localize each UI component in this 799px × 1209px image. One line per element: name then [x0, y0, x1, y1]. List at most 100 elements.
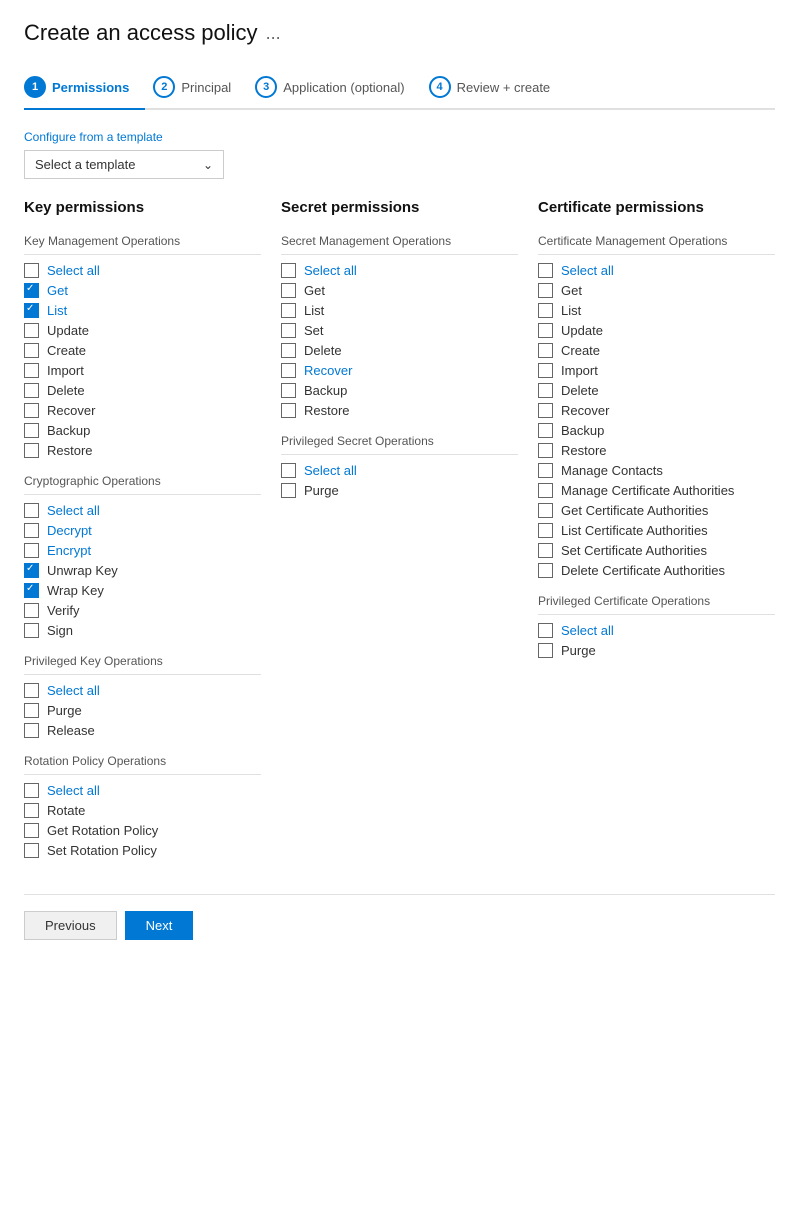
km-restore-label[interactable]: Restore [47, 443, 93, 458]
cm-update-label[interactable]: Update [561, 323, 603, 338]
km-delete-label[interactable]: Delete [47, 383, 85, 398]
pk-purge-checkbox[interactable] [24, 703, 39, 718]
cm-selectall-checkbox[interactable] [538, 263, 553, 278]
step-application[interactable]: 3 Application (optional) [255, 66, 420, 108]
co-wrapkey-label[interactable]: Wrap Key [47, 583, 104, 598]
pc-selectall-label[interactable]: Select all [561, 623, 614, 638]
previous-button[interactable]: Previous [24, 911, 117, 940]
km-list-label[interactable]: List [47, 303, 67, 318]
km-backup-label[interactable]: Backup [47, 423, 90, 438]
rp-selectall-checkbox[interactable] [24, 783, 39, 798]
km-import-label[interactable]: Import [47, 363, 84, 378]
sm-selectall-label[interactable]: Select all [304, 263, 357, 278]
sm-backup-checkbox[interactable] [281, 383, 296, 398]
co-sign-checkbox[interactable] [24, 623, 39, 638]
sm-restore-checkbox[interactable] [281, 403, 296, 418]
sm-delete-label[interactable]: Delete [304, 343, 342, 358]
cm-backup-checkbox[interactable] [538, 423, 553, 438]
km-get-checkbox[interactable] [24, 283, 39, 298]
rp-rotate-label[interactable]: Rotate [47, 803, 85, 818]
km-create-checkbox[interactable] [24, 343, 39, 358]
km-selectall-checkbox[interactable] [24, 263, 39, 278]
cm-setca-label[interactable]: Set Certificate Authorities [561, 543, 707, 558]
rp-setpolicy-label[interactable]: Set Rotation Policy [47, 843, 157, 858]
km-create-label[interactable]: Create [47, 343, 86, 358]
sm-list-label[interactable]: List [304, 303, 324, 318]
cm-listca-checkbox[interactable] [538, 523, 553, 538]
cm-selectall-label[interactable]: Select all [561, 263, 614, 278]
cm-listca-label[interactable]: List Certificate Authorities [561, 523, 708, 538]
cm-deleteca-label[interactable]: Delete Certificate Authorities [561, 563, 725, 578]
km-recover-checkbox[interactable] [24, 403, 39, 418]
sm-get-checkbox[interactable] [281, 283, 296, 298]
cm-manageca-checkbox[interactable] [538, 483, 553, 498]
pk-release-checkbox[interactable] [24, 723, 39, 738]
rp-rotate-checkbox[interactable] [24, 803, 39, 818]
km-update-checkbox[interactable] [24, 323, 39, 338]
pc-purge-checkbox[interactable] [538, 643, 553, 658]
next-button[interactable]: Next [125, 911, 194, 940]
sm-backup-label[interactable]: Backup [304, 383, 347, 398]
sm-set-checkbox[interactable] [281, 323, 296, 338]
km-restore-checkbox[interactable] [24, 443, 39, 458]
cm-manageca-label[interactable]: Manage Certificate Authorities [561, 483, 734, 498]
cm-create-label[interactable]: Create [561, 343, 600, 358]
step-review[interactable]: 4 Review + create [429, 66, 567, 108]
sm-selectall-checkbox[interactable] [281, 263, 296, 278]
km-import-checkbox[interactable] [24, 363, 39, 378]
cm-list-label[interactable]: List [561, 303, 581, 318]
km-delete-checkbox[interactable] [24, 383, 39, 398]
sm-list-checkbox[interactable] [281, 303, 296, 318]
cm-get-label[interactable]: Get [561, 283, 582, 298]
cm-managecontacts-label[interactable]: Manage Contacts [561, 463, 663, 478]
sm-get-label[interactable]: Get [304, 283, 325, 298]
cm-restore-checkbox[interactable] [538, 443, 553, 458]
co-unwrapkey-checkbox[interactable] [24, 563, 39, 578]
rp-getpolicy-label[interactable]: Get Rotation Policy [47, 823, 158, 838]
sm-set-label[interactable]: Set [304, 323, 324, 338]
co-decrypt-checkbox[interactable] [24, 523, 39, 538]
sm-restore-label[interactable]: Restore [304, 403, 350, 418]
co-sign-label[interactable]: Sign [47, 623, 73, 638]
km-list-checkbox[interactable] [24, 303, 39, 318]
cm-setca-checkbox[interactable] [538, 543, 553, 558]
cm-getca-checkbox[interactable] [538, 503, 553, 518]
pk-release-label[interactable]: Release [47, 723, 95, 738]
cm-recover-label[interactable]: Recover [561, 403, 609, 418]
ps-selectall-label[interactable]: Select all [304, 463, 357, 478]
template-dropdown[interactable]: Select a template ⌄ [24, 150, 224, 179]
pc-selectall-checkbox[interactable] [538, 623, 553, 638]
cm-recover-checkbox[interactable] [538, 403, 553, 418]
step-permissions[interactable]: 1 Permissions [24, 66, 145, 110]
ps-purge-checkbox[interactable] [281, 483, 296, 498]
cm-managecontacts-checkbox[interactable] [538, 463, 553, 478]
cm-delete-checkbox[interactable] [538, 383, 553, 398]
km-backup-checkbox[interactable] [24, 423, 39, 438]
sm-delete-checkbox[interactable] [281, 343, 296, 358]
km-update-label[interactable]: Update [47, 323, 89, 338]
co-decrypt-label[interactable]: Decrypt [47, 523, 92, 538]
rp-selectall-label[interactable]: Select all [47, 783, 100, 798]
km-selectall-label[interactable]: Select all [47, 263, 100, 278]
cm-deleteca-checkbox[interactable] [538, 563, 553, 578]
cm-get-checkbox[interactable] [538, 283, 553, 298]
co-selectall-checkbox[interactable] [24, 503, 39, 518]
co-verify-checkbox[interactable] [24, 603, 39, 618]
cm-import-label[interactable]: Import [561, 363, 598, 378]
cm-import-checkbox[interactable] [538, 363, 553, 378]
co-encrypt-label[interactable]: Encrypt [47, 543, 91, 558]
pk-selectall-label[interactable]: Select all [47, 683, 100, 698]
pc-purge-label[interactable]: Purge [561, 643, 596, 658]
co-selectall-label[interactable]: Select all [47, 503, 100, 518]
sm-recover-checkbox[interactable] [281, 363, 296, 378]
rp-getpolicy-checkbox[interactable] [24, 823, 39, 838]
pk-selectall-checkbox[interactable] [24, 683, 39, 698]
cm-create-checkbox[interactable] [538, 343, 553, 358]
cm-update-checkbox[interactable] [538, 323, 553, 338]
km-recover-label[interactable]: Recover [47, 403, 95, 418]
cm-restore-label[interactable]: Restore [561, 443, 607, 458]
km-get-label[interactable]: Get [47, 283, 68, 298]
page-title-ellipsis[interactable]: ... [266, 23, 281, 44]
co-encrypt-checkbox[interactable] [24, 543, 39, 558]
rp-setpolicy-checkbox[interactable] [24, 843, 39, 858]
